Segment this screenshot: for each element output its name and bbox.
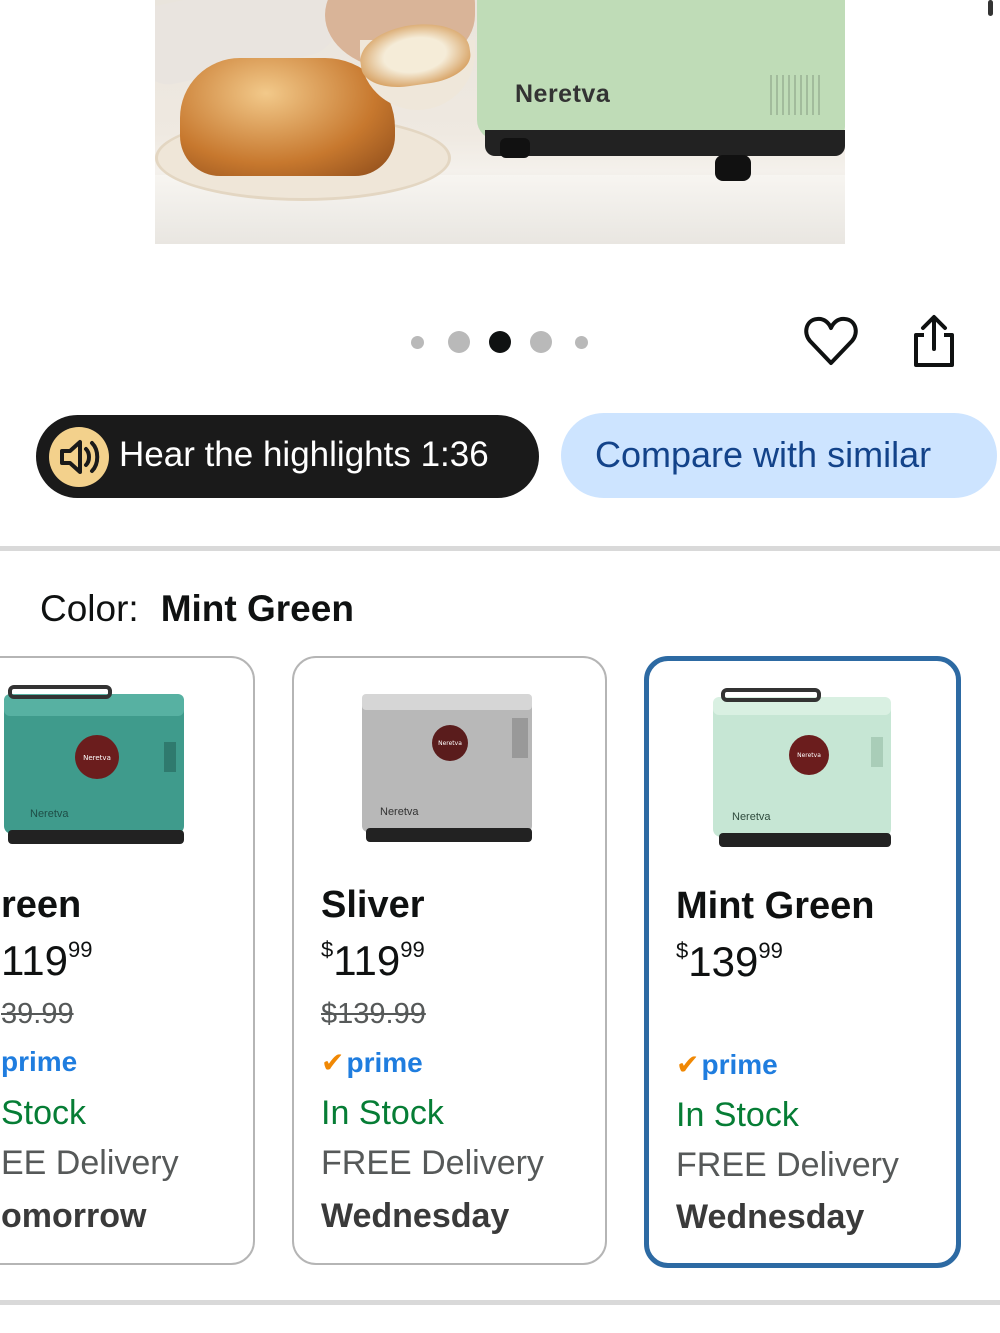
list-price: $139.99	[321, 998, 426, 1030]
machine-brand-label: Neretva	[380, 806, 419, 818]
section-divider	[0, 546, 1000, 551]
price-currency: $	[676, 938, 689, 963]
variant-price: 11999	[1, 937, 92, 985]
machine-foot	[500, 138, 530, 158]
hear-highlights-button[interactable]: Hear the highlights 1:36	[36, 415, 539, 498]
machine-brand-label: Neretva	[732, 811, 771, 823]
price-currency: $	[321, 937, 334, 962]
svg-text:Neretva: Neretva	[83, 754, 111, 762]
speaker-icon	[49, 427, 109, 487]
delivery-text: FREE Delivery	[676, 1146, 899, 1184]
delivery-day: omorrow	[1, 1197, 147, 1235]
price-whole: 119	[333, 937, 401, 984]
color-option-card-selected[interactable]: Neretva Neretva Mint Green $13999 ✔prime…	[644, 656, 961, 1268]
variant-price: $11999	[321, 937, 425, 985]
carousel-dot-active[interactable]	[489, 331, 511, 353]
price-cents: 99	[67, 937, 93, 962]
compare-similar-button[interactable]: Compare with similar	[561, 413, 997, 498]
color-option-card[interactable]: Neretva Neretva Sliver $11999 $139.99 ✔p…	[292, 656, 607, 1265]
carousel-dot[interactable]	[530, 331, 552, 353]
variant-name: Sliver	[321, 884, 425, 926]
price-cents: 99	[758, 938, 783, 963]
color-selection-label: Color: Mint Green	[40, 588, 354, 630]
prime-badge: prime	[1, 1046, 78, 1077]
checkmark-icon: ✔	[676, 1049, 700, 1080]
share-icon[interactable]	[908, 313, 960, 369]
product-thumbnail: Neretva	[4, 685, 184, 844]
delivery-day: Wednesday	[321, 1197, 510, 1235]
compare-similar-label: Compare with similar	[595, 434, 932, 475]
variant-name: Mint Green	[676, 885, 875, 927]
price-cents: 99	[400, 937, 425, 962]
stock-status: Stock	[1, 1094, 87, 1132]
bread-loaf	[180, 58, 395, 176]
section-divider	[0, 1300, 1000, 1305]
prime-badge: ✔prime	[321, 1047, 423, 1078]
delivery-text: FREE Delivery	[321, 1144, 544, 1182]
carousel-dot[interactable]	[575, 336, 588, 349]
machine-brand-label: Neretva	[30, 808, 69, 820]
price-whole: 119	[1, 937, 68, 984]
hear-highlights-label: Hear the highlights 1:36	[119, 435, 489, 474]
color-option-card[interactable]: Neretva Neretva reen 11999 39.99 prime S…	[0, 656, 255, 1265]
machine-vents	[770, 75, 820, 115]
stock-status: In Stock	[676, 1096, 799, 1134]
carousel-dot[interactable]	[411, 336, 424, 349]
selected-color-value: Mint Green	[160, 588, 354, 629]
product-image[interactable]: Neretva	[155, 0, 845, 244]
machine-brand-label: Neretva	[515, 80, 611, 108]
svg-text:Neretva: Neretva	[438, 740, 462, 747]
list-price: 39.99	[1, 998, 74, 1030]
stock-status: In Stock	[321, 1094, 444, 1132]
color-label: Color:	[40, 588, 139, 629]
svg-text:Neretva: Neretva	[797, 752, 821, 759]
carousel-dot[interactable]	[448, 331, 470, 353]
product-thumbnail: Neretva	[713, 688, 891, 847]
machine-foot	[715, 155, 751, 181]
price-whole: 139	[688, 938, 759, 985]
delivery-day: Wednesday	[676, 1198, 865, 1236]
scrollbar[interactable]	[988, 0, 993, 16]
product-thumbnail: Neretva	[362, 694, 532, 842]
variant-name: reen	[1, 884, 82, 926]
variant-price: $13999	[676, 938, 783, 986]
checkmark-icon: ✔	[321, 1047, 345, 1078]
heart-icon[interactable]	[803, 313, 859, 369]
machine-base	[485, 130, 845, 156]
prime-badge: ✔prime	[676, 1049, 778, 1080]
bread-machine	[477, 0, 845, 140]
delivery-text: EE Delivery	[1, 1144, 179, 1182]
